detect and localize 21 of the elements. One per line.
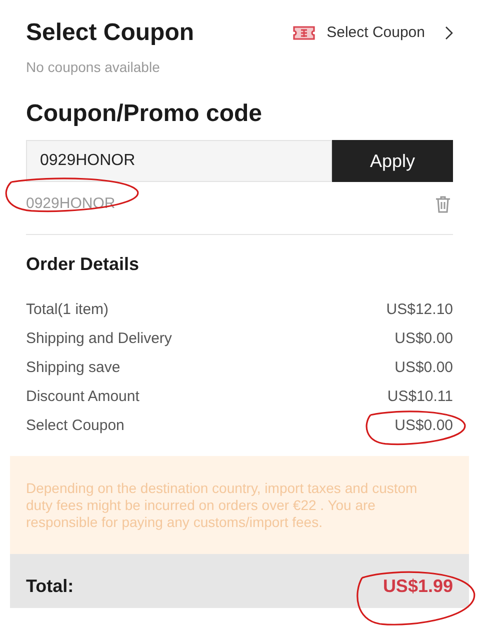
notice-text: Depending on the destination country, import taxes and custom duty fees might be incurred on orders over €22 . You are responsible for paying any customs/import fees. <box>26 480 418 531</box>
order-details-title: Order Details <box>26 253 140 276</box>
no-coupons-text: No coupons available <box>26 58 161 77</box>
order-row-value: US$0.00 <box>394 329 453 349</box>
order-row-label: Total(1 item) <box>26 300 109 320</box>
order-row-value: US$10.11 <box>387 387 453 407</box>
total-label: Total: <box>26 575 74 598</box>
order-row-label: Shipping save <box>26 358 120 378</box>
order-row-label: Shipping and Delivery <box>26 329 172 349</box>
order-row-label: Select Coupon <box>26 416 124 436</box>
total-value: US$1.99 <box>382 575 453 598</box>
promo-code-field[interactable]: 0929HONOR <box>26 140 332 182</box>
order-row-value: US$12.10 <box>386 300 453 320</box>
order-row-label: Discount Amount <box>26 387 140 407</box>
section-title: Select Coupon <box>26 18 194 48</box>
select-coupon-link[interactable]: Select Coupon <box>292 22 453 44</box>
applied-code: 0929HONOR <box>26 194 116 214</box>
apply-button[interactable]: Apply <box>332 140 453 182</box>
section-title: Coupon/Promo code <box>26 99 263 129</box>
order-row-value: US$0.00 <box>394 416 453 436</box>
order-row-value: US$0.00 <box>394 358 453 378</box>
